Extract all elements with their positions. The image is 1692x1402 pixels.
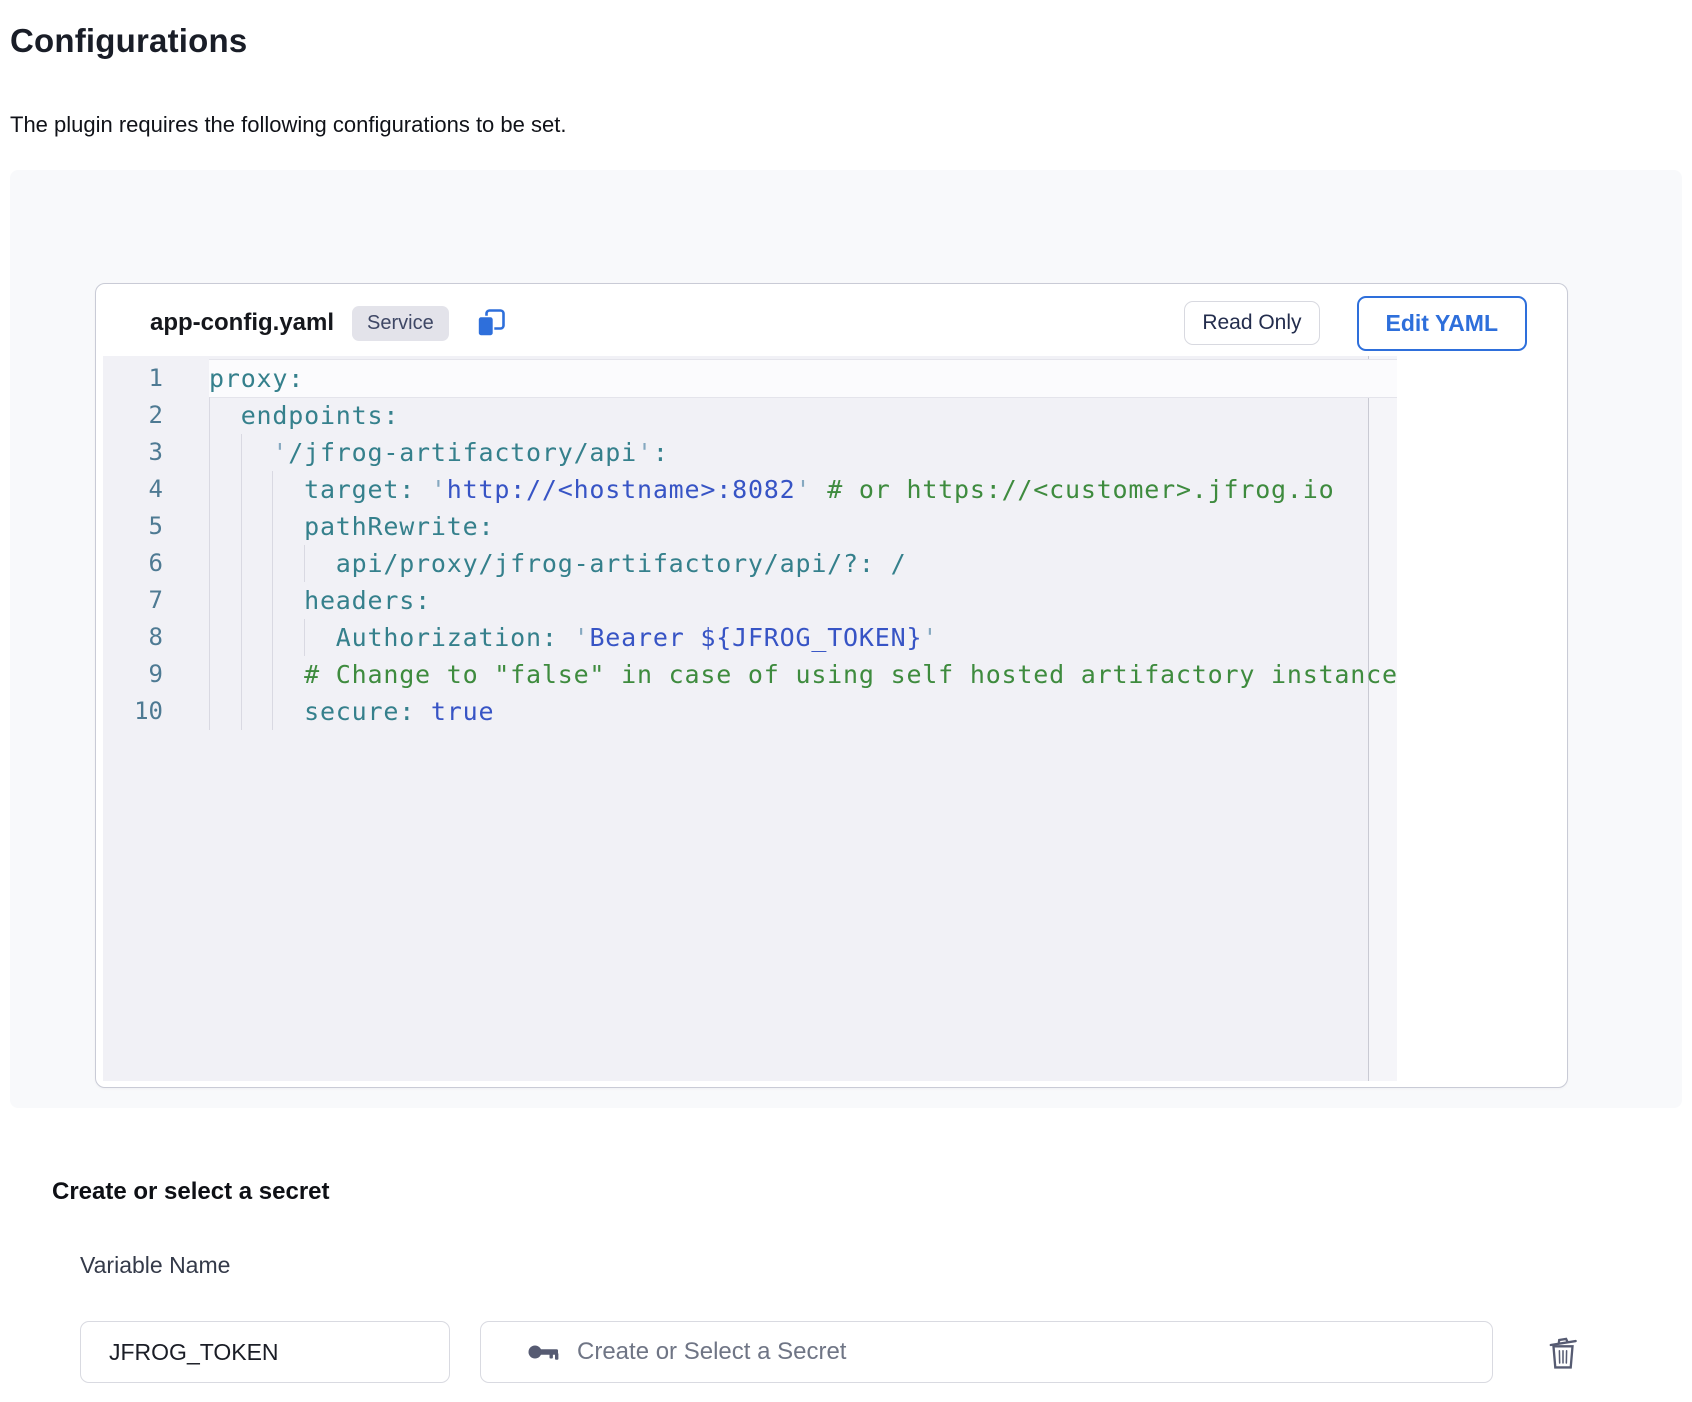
indent-guide [209, 508, 210, 545]
page-title: Configurations [10, 22, 1692, 60]
variable-name-value: JFROG_TOKEN [109, 1339, 279, 1366]
line-number: 2 [103, 397, 207, 434]
code-line: 9# Change to "false" in case of using se… [103, 656, 1397, 693]
code-line: 5pathRewrite: [103, 508, 1397, 545]
line-number: 1 [103, 360, 207, 397]
yaml-code-editor[interactable]: 1proxy:2endpoints:3'/jfrog-artifactory/a… [103, 356, 1397, 1081]
config-panel: app-config.yaml Service Read Only Edit Y… [10, 170, 1682, 1108]
indent-guide [241, 582, 242, 619]
indent-guide [272, 545, 273, 582]
page-description: The plugin requires the following config… [10, 112, 1692, 138]
yaml-file-card: app-config.yaml Service Read Only Edit Y… [95, 283, 1568, 1088]
line-content: proxy: [209, 360, 1397, 397]
code-line: 3'/jfrog-artifactory/api': [103, 434, 1397, 471]
line-number: 5 [103, 508, 207, 545]
line-content: Authorization: 'Bearer ${JFROG_TOKEN}' [209, 619, 1397, 656]
code-line: 7headers: [103, 582, 1397, 619]
variable-name-input[interactable]: JFROG_TOKEN [80, 1321, 450, 1383]
trash-icon[interactable] [1541, 1330, 1585, 1374]
indent-guide [241, 434, 242, 471]
indent-guide [272, 656, 273, 693]
indent-guide [272, 471, 273, 508]
configurations-page: Configurations The plugin requires the f… [0, 0, 1692, 1402]
line-number: 9 [103, 656, 207, 693]
indent-guide [209, 656, 210, 693]
indent-guide [272, 693, 273, 730]
indent-guide [209, 582, 210, 619]
indent-guide [209, 619, 210, 656]
indent-guide [209, 471, 210, 508]
line-content: # Change to "false" in case of using sel… [209, 656, 1397, 693]
secret-select-input[interactable]: Create or Select a Secret [480, 1321, 1493, 1383]
variable-name-label: Variable Name [80, 1252, 1692, 1279]
indent-guide [241, 471, 242, 508]
trash-icon-glyph [1546, 1334, 1580, 1370]
file-name: app-config.yaml [150, 309, 334, 337]
indent-guide [272, 508, 273, 545]
indent-guide [241, 545, 242, 582]
read-only-button[interactable]: Read Only [1184, 301, 1319, 345]
line-number: 4 [103, 471, 207, 508]
secret-inputs-row: JFROG_TOKEN Create or Select a Secret [80, 1321, 1692, 1383]
edit-yaml-button[interactable]: Edit YAML [1357, 296, 1527, 351]
line-number: 6 [103, 545, 207, 582]
line-content: pathRewrite: [209, 508, 1397, 545]
line-content: target: 'http://<hostname>:8082' # or ht… [209, 471, 1397, 508]
indent-guide [209, 397, 210, 434]
line-number: 10 [103, 693, 207, 730]
code-line: 10secure: true [103, 693, 1397, 730]
yaml-card-header: app-config.yaml Service Read Only Edit Y… [96, 284, 1567, 356]
indent-guide [304, 619, 305, 656]
secret-input-placeholder: Create or Select a Secret [577, 1338, 846, 1366]
code-line: 2endpoints: [103, 397, 1397, 434]
indent-guide [241, 508, 242, 545]
indent-guide [272, 582, 273, 619]
editor-lines: 1proxy:2endpoints:3'/jfrog-artifactory/a… [103, 356, 1397, 730]
indent-guide [304, 545, 305, 582]
line-content: secure: true [209, 693, 1397, 730]
line-content: '/jfrog-artifactory/api': [209, 434, 1397, 471]
line-content: endpoints: [209, 397, 1397, 434]
copy-icon[interactable] [475, 307, 507, 339]
copy-icon-glyph [476, 308, 506, 338]
indent-guide [241, 656, 242, 693]
line-content: api/proxy/jfrog-artifactory/api/?: / [209, 545, 1397, 582]
service-badge: Service [352, 306, 449, 341]
indent-guide [272, 619, 273, 656]
code-line: 4target: 'http://<hostname>:8082' # or h… [103, 471, 1397, 508]
indent-guide [241, 693, 242, 730]
line-number: 3 [103, 434, 207, 471]
code-line: 1proxy: [103, 360, 1397, 397]
indent-guide [209, 545, 210, 582]
line-number: 8 [103, 619, 207, 656]
indent-guide [209, 434, 210, 471]
line-number: 7 [103, 582, 207, 619]
line-content: headers: [209, 582, 1397, 619]
code-line: 8Authorization: 'Bearer ${JFROG_TOKEN}' [103, 619, 1397, 656]
secret-section-heading: Create or select a secret [52, 1178, 1692, 1206]
code-line: 6api/proxy/jfrog-artifactory/api/?: / [103, 545, 1397, 582]
indent-guide [241, 619, 242, 656]
indent-guide [209, 693, 210, 730]
key-icon [527, 1341, 561, 1363]
